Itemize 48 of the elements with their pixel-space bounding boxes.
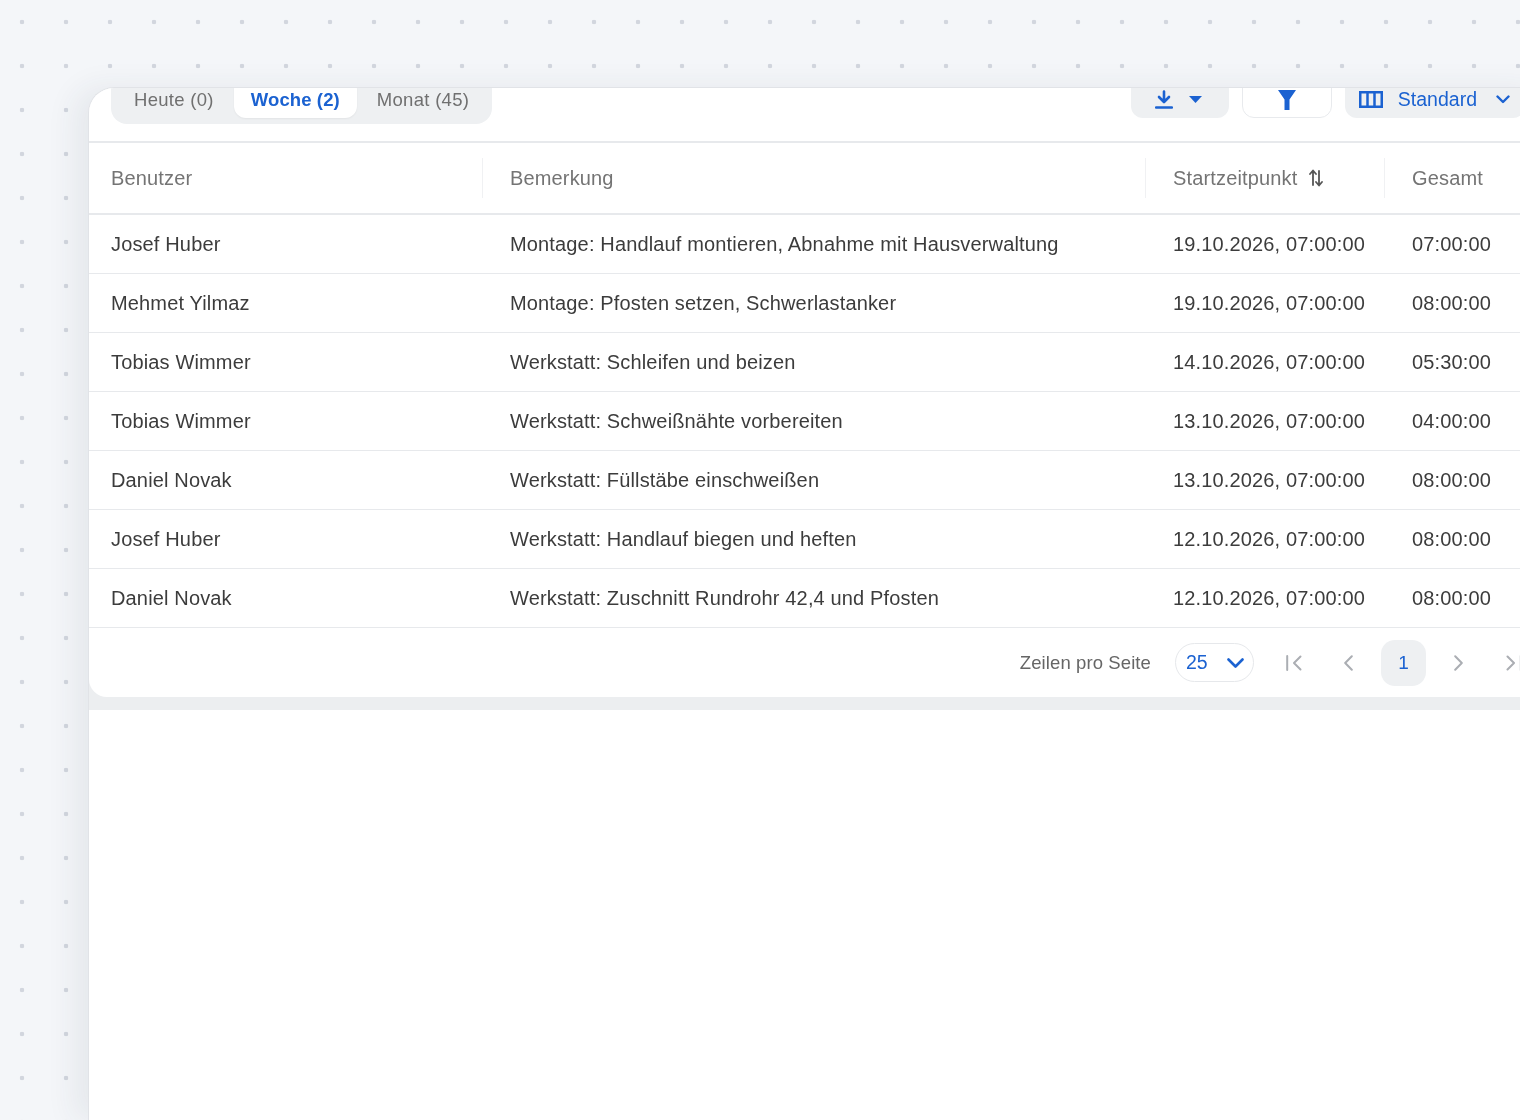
table-cell-text: 19.10.2026, 07:00:00 <box>1172 291 1367 315</box>
table-cell-text: Josef Huber <box>110 527 222 551</box>
table-cell-text: Tobias Wimmer <box>110 350 252 374</box>
chevron-down-icon <box>1227 657 1244 668</box>
table-cell-text: 13.10.2026, 07:00:00 <box>1172 409 1367 433</box>
table-cell-text: 08:00:00 <box>1411 586 1493 610</box>
chevron-right-icon <box>1454 654 1463 671</box>
table-cell-text: 08:00:00 <box>1411 527 1493 551</box>
table-cell-text: Werkstatt: Füllstäbe einschweißen <box>509 468 821 492</box>
first-page-icon <box>1285 653 1302 672</box>
column-header[interactable]: Startzeitpunkt <box>1173 166 1298 190</box>
table-cell-text: Daniel Novak <box>110 586 233 610</box>
table-cell-text: 14.10.2026, 07:00:00 <box>1172 350 1367 374</box>
table-cell-text: 12.10.2026, 07:00:00 <box>1172 586 1367 610</box>
table-cell-text: Montage: Handlauf montieren, Abnahme mit Hausverwaltung <box>509 232 1060 256</box>
column-header: Benutzer <box>111 166 193 190</box>
table-cell-text: Montage: Pfosten setzen, Schwerlastanker <box>509 291 898 315</box>
chevron-left-icon <box>1344 654 1353 671</box>
table-cell-text: Werkstatt: Schleifen und beizen <box>509 350 797 374</box>
column-view-button[interactable]: Standard <box>1344 88 1520 118</box>
table-cell-text: 12.10.2026, 07:00:00 <box>1172 527 1367 551</box>
filter-icon <box>1277 89 1296 110</box>
table-cell-text: Josef Huber <box>110 232 222 256</box>
view-tab[interactable]: Heute (0) <box>117 88 231 118</box>
table-cell-text: Werkstatt: Zuschnitt Rundrohr 42,4 und Pfosten <box>509 586 940 610</box>
table-cell-text: 04:00:00 <box>1411 409 1493 433</box>
caret-down-icon <box>1188 96 1202 103</box>
page-button[interactable]: 1 <box>1381 639 1426 686</box>
rows-per-page-label: Zeilen pro Seite <box>1019 651 1151 674</box>
horizontal-scrollbar[interactable] <box>89 697 1520 710</box>
table-cell-text: 13.10.2026, 07:00:00 <box>1172 468 1367 492</box>
table-cell-text: 19.10.2026, 07:00:00 <box>1172 232 1367 256</box>
download-icon <box>1154 90 1173 109</box>
columns-icon <box>1358 91 1383 108</box>
table-cell-text: Tobias Wimmer <box>110 409 252 433</box>
table-cell-text: 08:00:00 <box>1411 291 1493 315</box>
table-cell-text: Werkstatt: Schweißnähte vorbereiten <box>509 409 844 433</box>
table-cell-text: 07:00:00 <box>1411 232 1493 256</box>
column-header: Gesamt <box>1412 166 1483 190</box>
view-tab[interactable]: Monat (45) <box>359 88 487 118</box>
table-cell-text: Werkstatt: Handlauf biegen und heften <box>509 527 858 551</box>
view-tab[interactable]: Woche (2) <box>233 88 357 118</box>
table-cell-text: Mehmet Yilmaz <box>110 291 251 315</box>
table-cell-text: 08:00:00 <box>1411 468 1493 492</box>
table-cell-text: Daniel Novak <box>110 468 233 492</box>
table-cell-text: 05:30:00 <box>1411 350 1493 374</box>
chevron-down-icon <box>1496 95 1510 104</box>
column-header: Bemerkung <box>510 166 614 190</box>
